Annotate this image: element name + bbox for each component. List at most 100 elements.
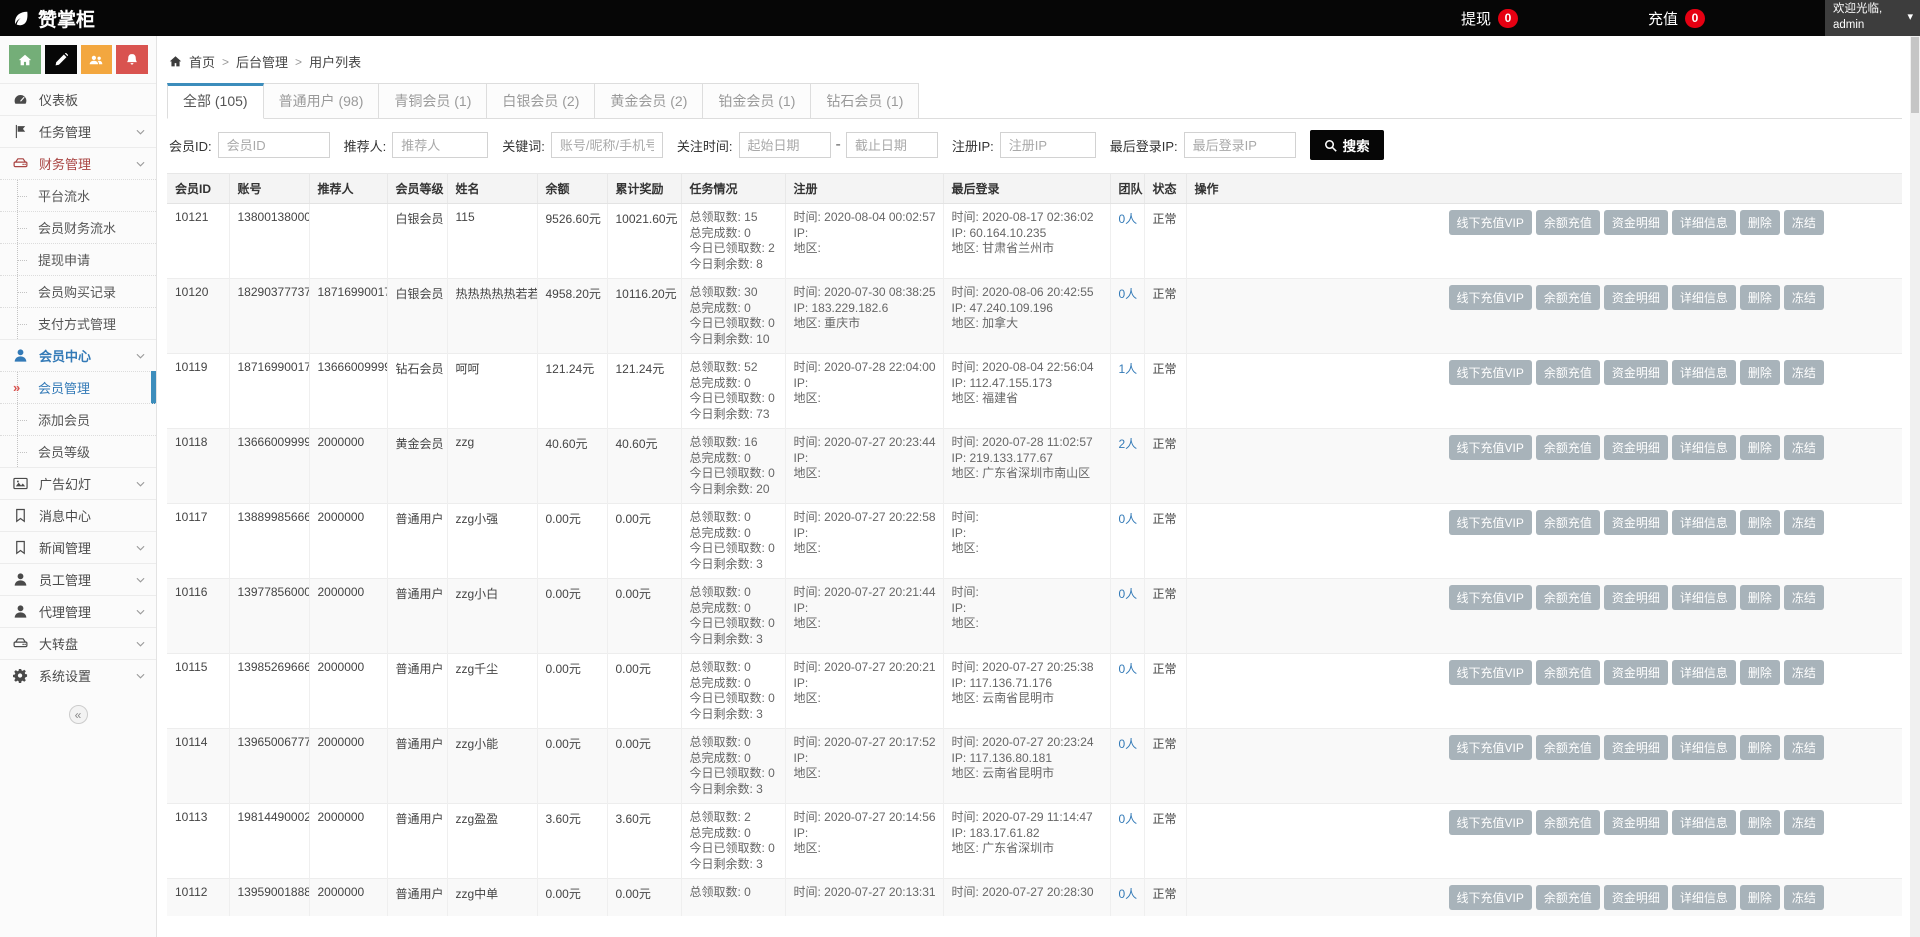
sidebar-subitem-9[interactable]: »会员管理 [0, 371, 156, 403]
sidebar-item-12[interactable]: 广告幻灯 [0, 467, 156, 499]
date-range-end-input[interactable] [846, 132, 938, 158]
sidebar-subitem-5[interactable]: 提现申请 [0, 243, 156, 275]
action-button-4[interactable]: 删除 [1740, 585, 1780, 610]
action-button-0[interactable]: 线下充值VIP [1449, 585, 1532, 610]
last-login-ip-input[interactable] [1184, 132, 1296, 158]
tab-1[interactable]: 普通用户 (98) [263, 83, 380, 118]
action-button-4[interactable]: 删除 [1740, 210, 1780, 235]
action-button-5[interactable]: 冻结 [1784, 435, 1824, 460]
members-quick-button[interactable] [81, 45, 113, 74]
user-menu[interactable]: 欢迎光临, admin ▾ [1825, 0, 1920, 36]
action-button-1[interactable]: 余额充值 [1536, 510, 1600, 535]
action-button-2[interactable]: 资金明细 [1604, 285, 1668, 310]
action-button-4[interactable]: 删除 [1740, 285, 1780, 310]
sidebar-collapse-button[interactable]: « [69, 705, 88, 724]
action-button-1[interactable]: 余额充值 [1536, 585, 1600, 610]
action-button-3[interactable]: 详细信息 [1672, 510, 1736, 535]
action-button-2[interactable]: 资金明细 [1604, 585, 1668, 610]
action-button-3[interactable]: 详细信息 [1672, 435, 1736, 460]
edit-quick-button[interactable] [45, 45, 77, 74]
tab-4[interactable]: 黄金会员 (2) [594, 83, 703, 118]
action-button-0[interactable]: 线下充值VIP [1449, 735, 1532, 760]
action-button-5[interactable]: 冻结 [1784, 735, 1824, 760]
action-button-2[interactable]: 资金明细 [1604, 360, 1668, 385]
action-button-2[interactable]: 资金明细 [1604, 735, 1668, 760]
sidebar-subitem-10[interactable]: 添加会员 [0, 403, 156, 435]
action-button-3[interactable]: 详细信息 [1672, 210, 1736, 235]
action-button-1[interactable]: 余额充值 [1536, 810, 1600, 835]
team-count-link[interactable]: 1人 [1119, 362, 1138, 376]
team-count-link[interactable]: 0人 [1119, 662, 1138, 676]
referrer-input[interactable] [392, 132, 488, 158]
action-button-0[interactable]: 线下充值VIP [1449, 660, 1532, 685]
action-button-3[interactable]: 详细信息 [1672, 360, 1736, 385]
action-button-2[interactable]: 资金明细 [1604, 885, 1668, 910]
scrollbar-thumb[interactable] [1911, 37, 1919, 113]
member-id-input[interactable] [218, 132, 330, 158]
action-button-2[interactable]: 资金明细 [1604, 210, 1668, 235]
team-count-link[interactable]: 0人 [1119, 737, 1138, 751]
action-button-0[interactable]: 线下充值VIP [1449, 885, 1532, 910]
sidebar-item-0[interactable]: 仪表板 [0, 83, 156, 115]
sidebar-item-17[interactable]: 大转盘 [0, 627, 156, 659]
sidebar-subitem-3[interactable]: 平台流水 [0, 179, 156, 211]
breadcrumb-admin[interactable]: 后台管理 [236, 52, 288, 71]
team-count-link[interactable]: 0人 [1119, 887, 1138, 901]
team-count-link[interactable]: 0人 [1119, 812, 1138, 826]
sidebar-item-8[interactable]: 会员中心 [0, 339, 156, 371]
action-button-4[interactable]: 删除 [1740, 885, 1780, 910]
action-button-1[interactable]: 余额充值 [1536, 285, 1600, 310]
recharge-button[interactable]: 充值 0 [1648, 8, 1705, 29]
search-button[interactable]: 搜索 [1310, 130, 1384, 160]
notifications-quick-button[interactable] [116, 45, 148, 74]
tab-6[interactable]: 钻石会员 (1) [810, 83, 919, 118]
action-button-5[interactable]: 冻结 [1784, 360, 1824, 385]
action-button-3[interactable]: 详细信息 [1672, 585, 1736, 610]
team-count-link[interactable]: 0人 [1119, 587, 1138, 601]
sidebar-item-13[interactable]: 消息中心 [0, 499, 156, 531]
action-button-5[interactable]: 冻结 [1784, 285, 1824, 310]
action-button-3[interactable]: 详细信息 [1672, 735, 1736, 760]
action-button-4[interactable]: 删除 [1740, 660, 1780, 685]
action-button-5[interactable]: 冻结 [1784, 510, 1824, 535]
action-button-2[interactable]: 资金明细 [1604, 660, 1668, 685]
sidebar-subitem-7[interactable]: 支付方式管理 [0, 307, 156, 339]
action-button-0[interactable]: 线下充值VIP [1449, 210, 1532, 235]
sidebar-subitem-11[interactable]: 会员等级 [0, 435, 156, 467]
keyword-input[interactable] [551, 132, 663, 158]
action-button-5[interactable]: 冻结 [1784, 885, 1824, 910]
action-button-4[interactable]: 删除 [1740, 735, 1780, 760]
action-button-0[interactable]: 线下充值VIP [1449, 435, 1532, 460]
action-button-4[interactable]: 删除 [1740, 435, 1780, 460]
action-button-3[interactable]: 详细信息 [1672, 285, 1736, 310]
action-button-0[interactable]: 线下充值VIP [1449, 360, 1532, 385]
action-button-3[interactable]: 详细信息 [1672, 660, 1736, 685]
action-button-2[interactable]: 资金明细 [1604, 510, 1668, 535]
action-button-0[interactable]: 线下充值VIP [1449, 510, 1532, 535]
team-count-link[interactable]: 0人 [1119, 287, 1138, 301]
action-button-0[interactable]: 线下充值VIP [1449, 810, 1532, 835]
action-button-4[interactable]: 删除 [1740, 360, 1780, 385]
tab-2[interactable]: 青铜会员 (1) [378, 83, 487, 118]
brand[interactable]: 赞掌柜 [0, 5, 95, 32]
date-range-input[interactable] [739, 132, 831, 158]
action-button-1[interactable]: 余额充值 [1536, 885, 1600, 910]
action-button-5[interactable]: 冻结 [1784, 810, 1824, 835]
withdraw-button[interactable]: 提现 0 [1461, 8, 1518, 29]
sidebar-item-1[interactable]: 任务管理 [0, 115, 156, 147]
team-count-link[interactable]: 2人 [1119, 437, 1138, 451]
sidebar-item-16[interactable]: 代理管理 [0, 595, 156, 627]
action-button-3[interactable]: 详细信息 [1672, 885, 1736, 910]
action-button-2[interactable]: 资金明细 [1604, 435, 1668, 460]
sidebar-item-14[interactable]: 新闻管理 [0, 531, 156, 563]
action-button-1[interactable]: 余额充值 [1536, 435, 1600, 460]
sidebar-item-18[interactable]: 系统设置 [0, 659, 156, 691]
action-button-1[interactable]: 余额充值 [1536, 210, 1600, 235]
sidebar-item-2[interactable]: 财务管理 [0, 147, 156, 179]
team-count-link[interactable]: 0人 [1119, 512, 1138, 526]
team-count-link[interactable]: 0人 [1119, 212, 1138, 226]
action-button-5[interactable]: 冻结 [1784, 585, 1824, 610]
action-button-1[interactable]: 余额充值 [1536, 360, 1600, 385]
home-quick-button[interactable] [9, 45, 41, 74]
sidebar-subitem-6[interactable]: 会员购买记录 [0, 275, 156, 307]
